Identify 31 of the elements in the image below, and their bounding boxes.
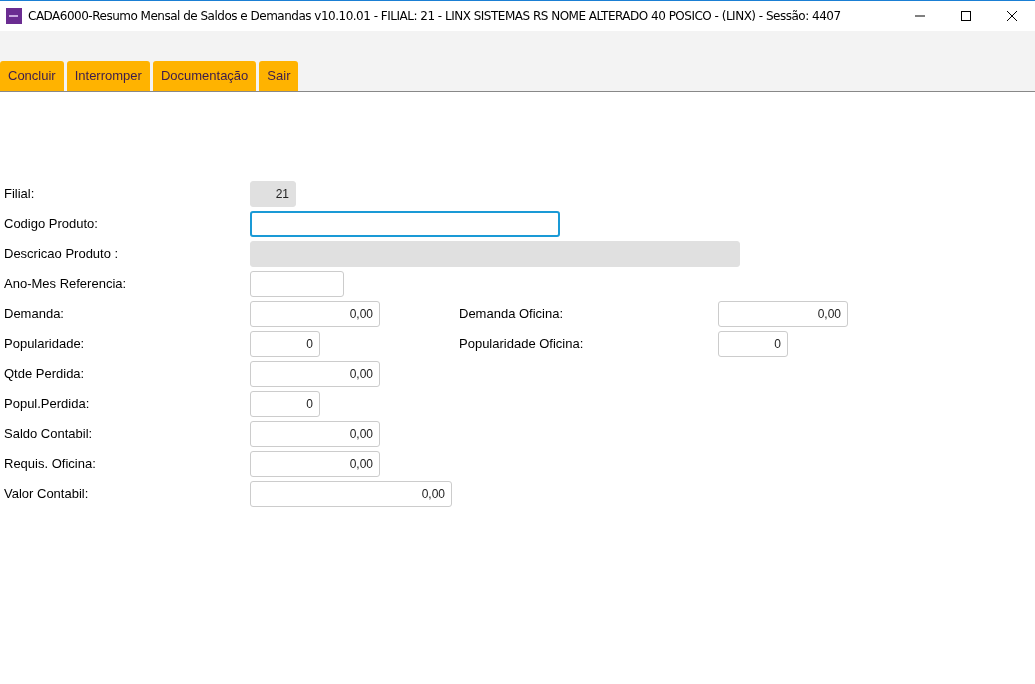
field-label: Ano-Mes Referencia:: [4, 275, 128, 294]
field-label: Popul.Perdida:: [4, 395, 91, 414]
field-label: Codigo Produto:: [4, 215, 99, 234]
input-field[interactable]: 0,00: [250, 481, 452, 507]
toolbar-button[interactable]: Documentação: [152, 61, 257, 91]
field-label: Filial:: [4, 185, 36, 204]
input-field[interactable]: 0,00: [250, 301, 380, 327]
field-label: Saldo Contabil:: [4, 425, 94, 444]
input-field[interactable]: 0: [250, 391, 320, 417]
toolbar-button[interactable]: Concluir: [0, 61, 64, 91]
input-field[interactable]: 0,00: [718, 301, 848, 327]
field-label: Descricao Produto :: [4, 245, 120, 264]
window-title: CADA6000-Resumo Mensal de Saldos e Demandas v10.10.01 - FILIAL: 21 - LINX SISTEMAS RS NOME ALTERADO 40 POSICO - (LINX) - Sessão: 4407: [28, 8, 841, 25]
field-label: Demanda Oficina:: [459, 305, 565, 324]
app-logo-icon: [6, 8, 22, 24]
toolbar-button[interactable]: Sair: [259, 61, 299, 91]
input-field[interactable]: 0,00: [250, 451, 380, 477]
field-label: Qtde Perdida:: [4, 365, 86, 384]
field-label: Popularidade Oficina:: [459, 335, 585, 354]
field-label: Demanda:: [4, 305, 65, 324]
input-field[interactable]: [250, 211, 560, 237]
input-field[interactable]: 0: [250, 331, 320, 357]
field-label: Requis. Oficina:: [4, 455, 97, 474]
input-field[interactable]: 0,00: [250, 361, 380, 387]
input-field[interactable]: [250, 271, 344, 297]
input-field[interactable]: 0,00: [250, 421, 380, 447]
field-label: Popularidade:: [4, 335, 86, 354]
input-field[interactable]: 0: [718, 331, 788, 357]
input-field[interactable]: 21: [250, 181, 296, 207]
toolbar-button[interactable]: Interromper: [66, 61, 150, 91]
field-label: Valor Contabil:: [4, 485, 90, 504]
